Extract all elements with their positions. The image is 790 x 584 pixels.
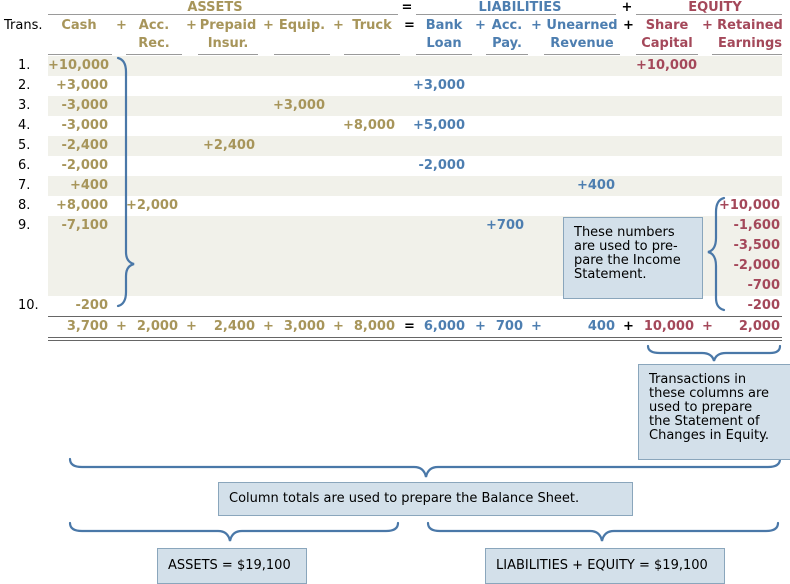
assets-total-box: ASSETS = $19,100	[157, 548, 307, 584]
note-line: Changes in Equity.	[649, 428, 770, 443]
note-line: Column totals are used to prepare the Ba…	[229, 491, 580, 506]
assets-total-text: ASSETS = $19,100	[168, 558, 291, 573]
all-columns-brace	[68, 457, 782, 478]
note-line: these columns are	[649, 386, 770, 401]
note-line: the Statement of	[649, 414, 760, 429]
equity-statement-note: Transactions in these columns are used t…	[638, 364, 790, 460]
balance-sheet-note: Column totals are used to prepare the Ba…	[218, 482, 633, 516]
equity-columns-brace	[646, 344, 782, 362]
note-line: Transactions in	[649, 372, 747, 387]
note-line: Statement.	[574, 267, 647, 282]
retained-earnings-brace	[707, 196, 726, 312]
liabilities-equity-total-text: LIABILITIES + EQUITY = $19,100	[496, 558, 708, 573]
income-statement-note: These numbers are used to pre- pare the …	[563, 217, 703, 299]
note-line: are used to pre-	[574, 239, 678, 254]
note-line: These numbers	[574, 225, 675, 240]
note-line: used to prepare	[649, 400, 753, 415]
liabilities-equity-total-box: LIABILITIES + EQUITY = $19,100	[485, 548, 725, 584]
liabilities-equity-brace	[426, 521, 780, 542]
cash-brace	[116, 56, 135, 308]
note-line: pare the Income	[574, 253, 681, 268]
assets-brace	[68, 521, 400, 542]
